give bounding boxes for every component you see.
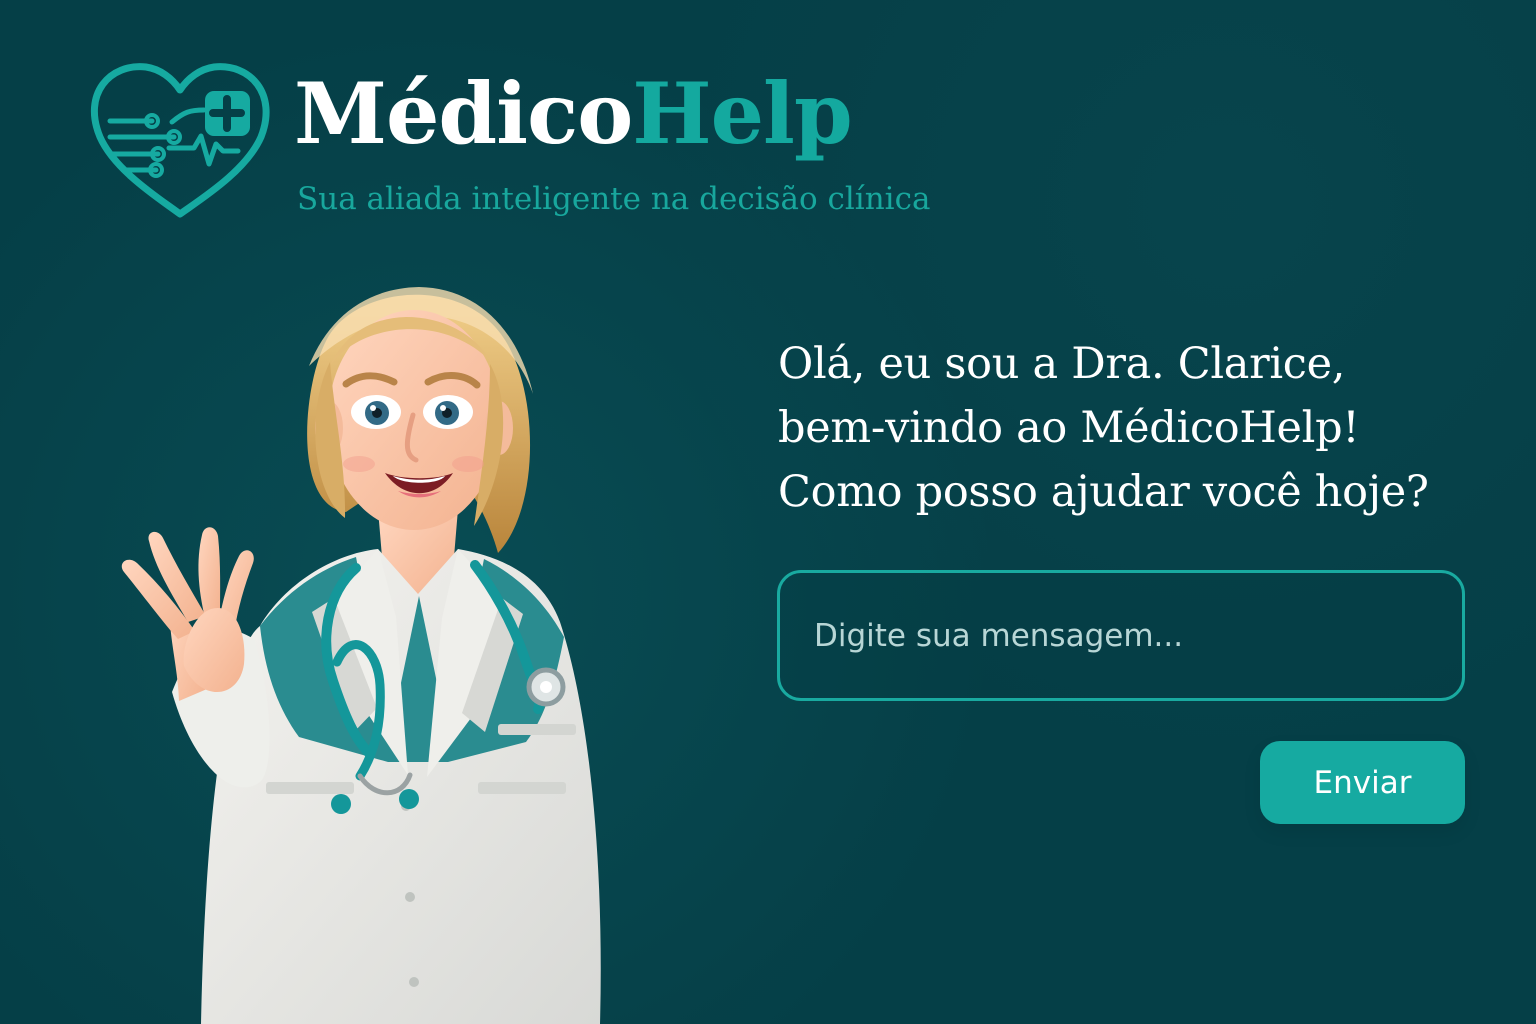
assistant-greeting: Olá, eu sou a Dra. Clarice, bem-vindo ao… bbox=[778, 332, 1498, 524]
brand-name: MédicoHelp bbox=[294, 72, 853, 156]
greeting-line-1: Olá, eu sou a Dra. Clarice, bbox=[778, 339, 1346, 389]
heart-medical-circuit-icon bbox=[91, 63, 270, 218]
brand-name-medico: Médico bbox=[294, 64, 633, 163]
greeting-line-2: bem-vindo ao MédicoHelp! bbox=[778, 403, 1360, 453]
brand-name-help: Help bbox=[632, 64, 852, 163]
send-button[interactable]: Enviar bbox=[1260, 741, 1465, 824]
message-input[interactable] bbox=[777, 570, 1465, 701]
brand-tagline: Sua aliada inteligente na decisão clínic… bbox=[297, 181, 931, 217]
greeting-line-3: Como posso ajudar você hoje? bbox=[778, 467, 1429, 517]
doctor-avatar bbox=[121, 287, 601, 1024]
